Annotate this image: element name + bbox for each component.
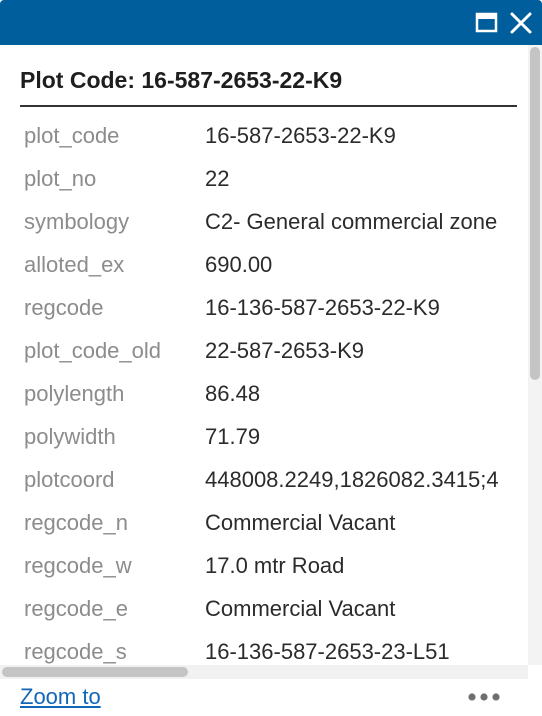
attribute-row: polywidth 71.79 (0, 418, 528, 461)
attribute-row: plot_no 22 (0, 160, 528, 203)
attribute-row: plot_code 16-587-2653-22-K9 (0, 117, 528, 160)
attribute-row: polylength 86.48 (0, 375, 528, 418)
attribute-row: symbology C2- General commercial zone (0, 203, 528, 246)
attribute-value: Commercial Vacant (205, 596, 396, 621)
attribute-key: polylength (24, 381, 125, 406)
attribute-value: 16-136-587-2653-22-K9 (205, 295, 440, 320)
attribute-value: 22 (205, 166, 230, 191)
attribute-row: regcode_n Commercial Vacant (0, 504, 528, 547)
popup-header (0, 0, 542, 45)
attribute-value: 16-136-587-2653-23-L51 (205, 639, 450, 664)
attribute-row: regcode_w 17.0 mtr Road (0, 547, 528, 590)
attribute-key: alloted_ex (24, 252, 125, 277)
zoom-to-link[interactable]: Zoom to (20, 684, 101, 710)
attribute-key: regcode_w (24, 553, 132, 578)
attribute-value: 690.00 (205, 252, 273, 277)
attribute-key: regcode_e (24, 596, 128, 621)
attribute-row: regcode 16-136-587-2653-22-K9 (0, 289, 528, 332)
attribute-key: symbology (24, 209, 130, 234)
attribute-value: 22-587-2653-K9 (205, 338, 365, 363)
vertical-scrollbar-thumb[interactable] (530, 47, 540, 380)
attribute-key: plot_code_old (24, 338, 162, 363)
maximize-icon[interactable] (474, 10, 500, 36)
attribute-row: plot_code_old 22-587-2653-K9 (0, 332, 528, 375)
close-icon[interactable] (508, 10, 534, 36)
attribute-row: alloted_ex 690.00 (0, 246, 528, 289)
popup-title: Plot Code: 16-587-2653-22-K9 (20, 67, 343, 93)
attribute-key: plot_code (24, 123, 120, 148)
attribute-value: 17.0 mtr Road (205, 553, 345, 578)
attribute-row: regcode_e Commercial Vacant (0, 590, 528, 633)
attribute-key: regcode (24, 295, 104, 320)
attribute-key: plotcoord (24, 467, 115, 492)
popup-content: Plot Code: 16-587-2653-22-K9 plot_code 1… (0, 45, 528, 665)
attribute-value: Commercial Vacant (205, 510, 396, 535)
more-options-icon[interactable] (466, 687, 502, 707)
attribute-key: regcode_n (24, 510, 128, 535)
attribute-key: polywidth (24, 424, 116, 449)
attribute-row: plotcoord 448008.2249,1826082.3415;4 (0, 461, 528, 504)
attribute-value: 16-587-2653-22-K9 (205, 123, 396, 148)
attribute-value: 448008.2249,1826082.3415;4 (205, 467, 499, 492)
attribute-key: plot_no (24, 166, 97, 191)
attribute-row: regcode_s 16-136-587-2653-23-L51 (0, 633, 528, 665)
popup-footer: Zoom to (0, 679, 542, 716)
attribute-value: 86.48 (205, 381, 261, 406)
title-divider (20, 105, 517, 107)
horizontal-scrollbar-thumb[interactable] (2, 667, 188, 677)
attribute-value: 71.79 (205, 424, 261, 449)
attribute-value: C2- General commercial zone (205, 209, 498, 234)
attribute-key: regcode_s (24, 639, 127, 664)
